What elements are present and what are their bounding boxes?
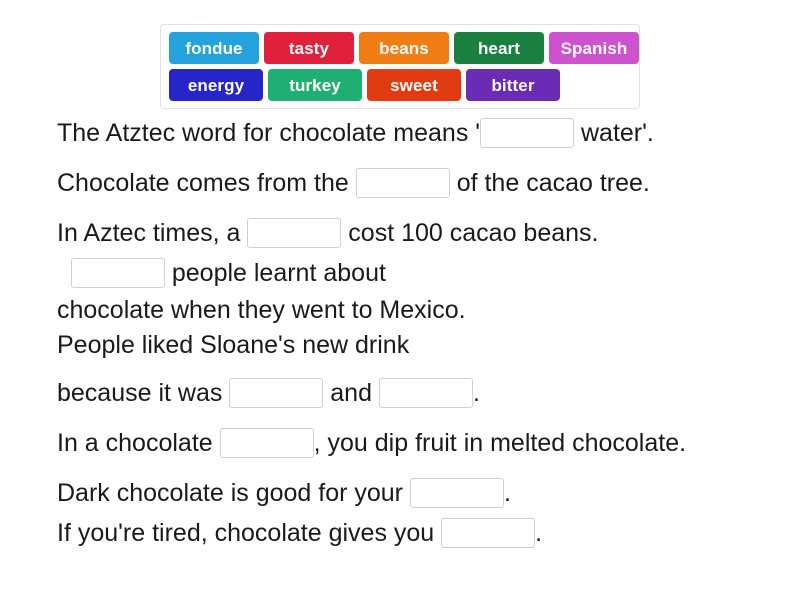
answer-blank[interactable] [378, 378, 473, 408]
sentence-text: , you dip fruit in melted chocolate. [313, 428, 687, 457]
line-spacer [57, 148, 757, 168]
sentence-line-9: Dark chocolate is good for your . [57, 478, 757, 508]
sentence-line-2: Chocolate comes from the of the cacao tr… [57, 168, 757, 198]
word-bank-row: fondue tasty beans heart Spanish [169, 32, 639, 64]
sentence-text: In a chocolate [57, 428, 220, 457]
line-spacer [57, 408, 757, 428]
sentence-text: and [323, 378, 379, 407]
sentence-text: Chocolate comes from the [57, 168, 356, 197]
sentence-text: chocolate when they went to Mexico. [57, 296, 466, 324]
line-spacer [57, 508, 757, 518]
word-tile-spanish[interactable]: Spanish [549, 32, 639, 64]
sentence-line-8: In a chocolate , you dip fruit in melted… [57, 428, 757, 458]
sentence-line-3: In Aztec times, a cost 100 cacao beans. [57, 218, 757, 248]
answer-blank[interactable] [229, 378, 324, 408]
sentence-list: The Atztec word for chocolate means ' wa… [57, 118, 757, 548]
sentence-text: of the cacao tree. [449, 168, 650, 197]
word-bank-row: energy turkey sweet bitter [169, 69, 639, 101]
sentence-line-1: The Atztec word for chocolate means ' wa… [57, 118, 757, 148]
activity-page: fondue tasty beans heart Spanish energy turkey… [0, 0, 800, 600]
sentence-text: In Aztec times, a [57, 218, 248, 247]
sentence-text: The Atztec word for chocolate means ' [57, 118, 481, 147]
word-tile-turkey[interactable]: turkey [268, 69, 362, 101]
answer-blank[interactable] [441, 518, 536, 548]
line-spacer [57, 248, 757, 258]
sentence-line-5: chocolate when they went to Mexico. [57, 298, 757, 323]
sentence-text: water'. [574, 118, 654, 147]
sentence-text: people learnt about [164, 258, 386, 287]
word-tile-tasty[interactable]: tasty [264, 32, 354, 64]
sentence-line-6: People liked Sloane's new drink [57, 333, 757, 358]
sentence-line-4: people learnt about [57, 258, 757, 288]
sentence-text: If you're tired, chocolate gives you [57, 518, 442, 547]
sentence-line-7: because it was and . [57, 378, 757, 408]
line-spacer [57, 458, 757, 478]
sentence-line-10: If you're tired, chocolate gives you . [57, 518, 757, 548]
sentence-text: People liked Sloane's new drink [57, 331, 410, 359]
answer-blank[interactable] [219, 428, 314, 458]
sentence-text: . [472, 378, 480, 407]
word-tile-sweet[interactable]: sweet [367, 69, 461, 101]
word-tile-beans[interactable]: beans [359, 32, 449, 64]
word-bank: fondue tasty beans heart Spanish energy turkey… [160, 24, 640, 109]
word-tile-energy[interactable]: energy [169, 69, 263, 101]
answer-blank[interactable] [480, 118, 575, 148]
answer-blank[interactable] [247, 218, 342, 248]
answer-blank[interactable] [70, 258, 165, 288]
answer-blank[interactable] [355, 168, 450, 198]
line-spacer [57, 198, 757, 218]
line-spacer [57, 358, 757, 378]
word-tile-bitter[interactable]: bitter [466, 69, 560, 101]
sentence-text: . [503, 478, 511, 507]
sentence-text: Dark chocolate is good for your [57, 478, 410, 507]
word-tile-heart[interactable]: heart [454, 32, 544, 64]
answer-blank[interactable] [409, 478, 504, 508]
sentence-text: cost 100 cacao beans. [341, 218, 599, 247]
sentence-text: . [535, 518, 543, 547]
sentence-text [57, 261, 71, 286]
sentence-text: because it was [57, 378, 230, 407]
word-tile-fondue[interactable]: fondue [169, 32, 259, 64]
